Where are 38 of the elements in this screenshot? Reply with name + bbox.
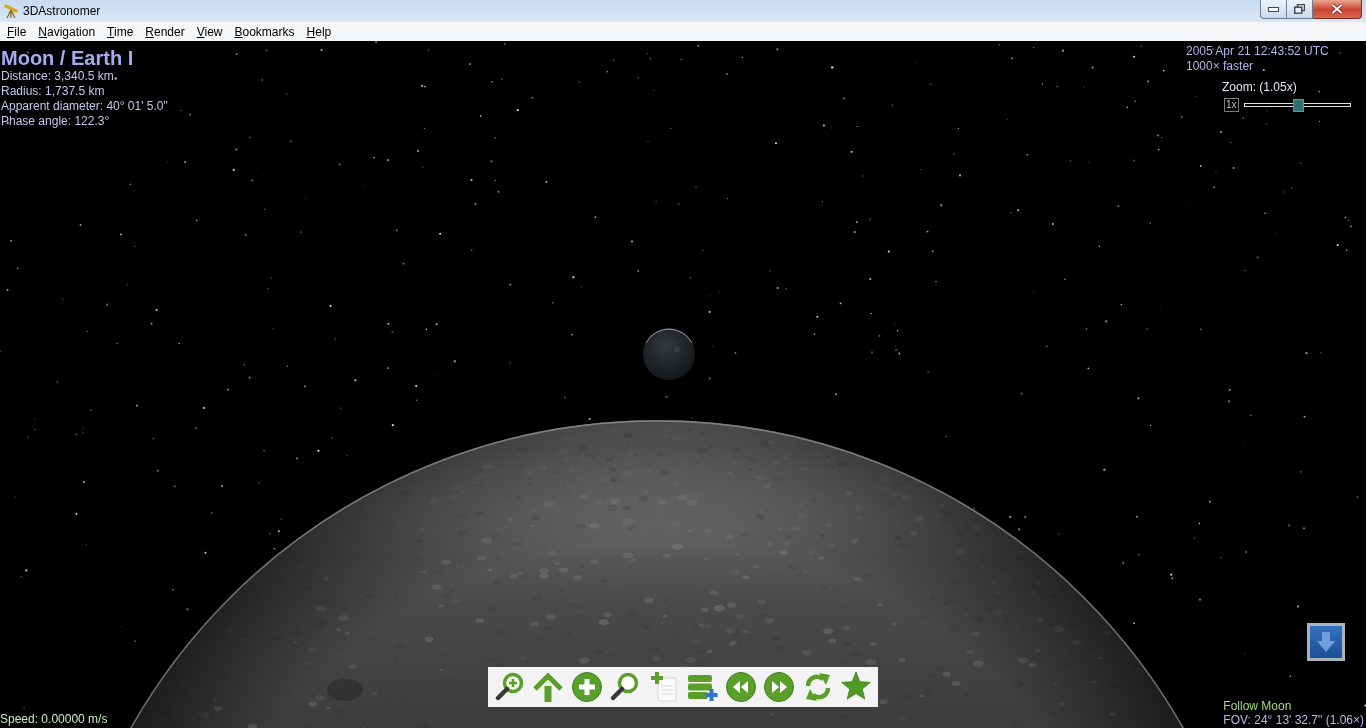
earth-drawing [642,327,696,381]
fov-text: FOV: 24° 13' 32.7" (1.06×) [1223,713,1364,727]
object-detail: Radius: 1,737.5 km [1,84,106,99]
date-time-text: 2005 Apr 21 12:43:52 UTC [1186,44,1329,59]
house-icon [532,671,565,703]
restore-button[interactable] [1287,0,1313,19]
down-arrow-icon [1317,632,1335,652]
menu-item[interactable]: File [1,24,33,39]
follow-target-text: Follow Moon [1223,700,1292,713]
menu-item[interactable]: Help [300,24,338,39]
restore-icon [1294,4,1305,14]
menu-item[interactable]: Render [139,24,191,39]
fast-forward-icon [763,671,796,703]
zoom-label: Zoom: (1.05x) [1222,80,1297,95]
time-rate-text: 1000× faster [1186,59,1255,74]
menu-item[interactable]: View [190,24,229,39]
object-name: Moon / Earth I [1,47,135,69]
close-button[interactable] [1313,0,1362,19]
object-detail: Apparent diameter: 40° 01' 5.0" [1,99,168,114]
menu-item[interactable]: Bookmarks [228,24,301,39]
speed-text: Speed: 0.00000 m/s [0,712,108,727]
zoom-slider-thumb[interactable] [1292,99,1304,112]
menu-item[interactable]: Navigation [32,24,102,39]
zoom-slider-track[interactable] [1243,98,1351,112]
minimize-icon [1268,6,1279,12]
telescope-icon [3,3,19,19]
plus-circle-icon [570,671,603,703]
object-detail: Phase angle: 122.3° [1,114,111,129]
reset-zoom-button[interactable]: 1x [1224,98,1239,112]
minimize-button[interactable] [1260,0,1287,19]
rewind-icon [724,671,757,703]
object-detail: Distance: 3,340.5 km [1,69,115,84]
down-arrow-button[interactable] [1307,623,1345,661]
close-icon [1331,4,1343,14]
window-title: 3DAstronomer [23,4,101,18]
star-icon [839,671,872,703]
menu-item[interactable]: Time [101,24,140,39]
zoom-in-icon [494,671,526,703]
